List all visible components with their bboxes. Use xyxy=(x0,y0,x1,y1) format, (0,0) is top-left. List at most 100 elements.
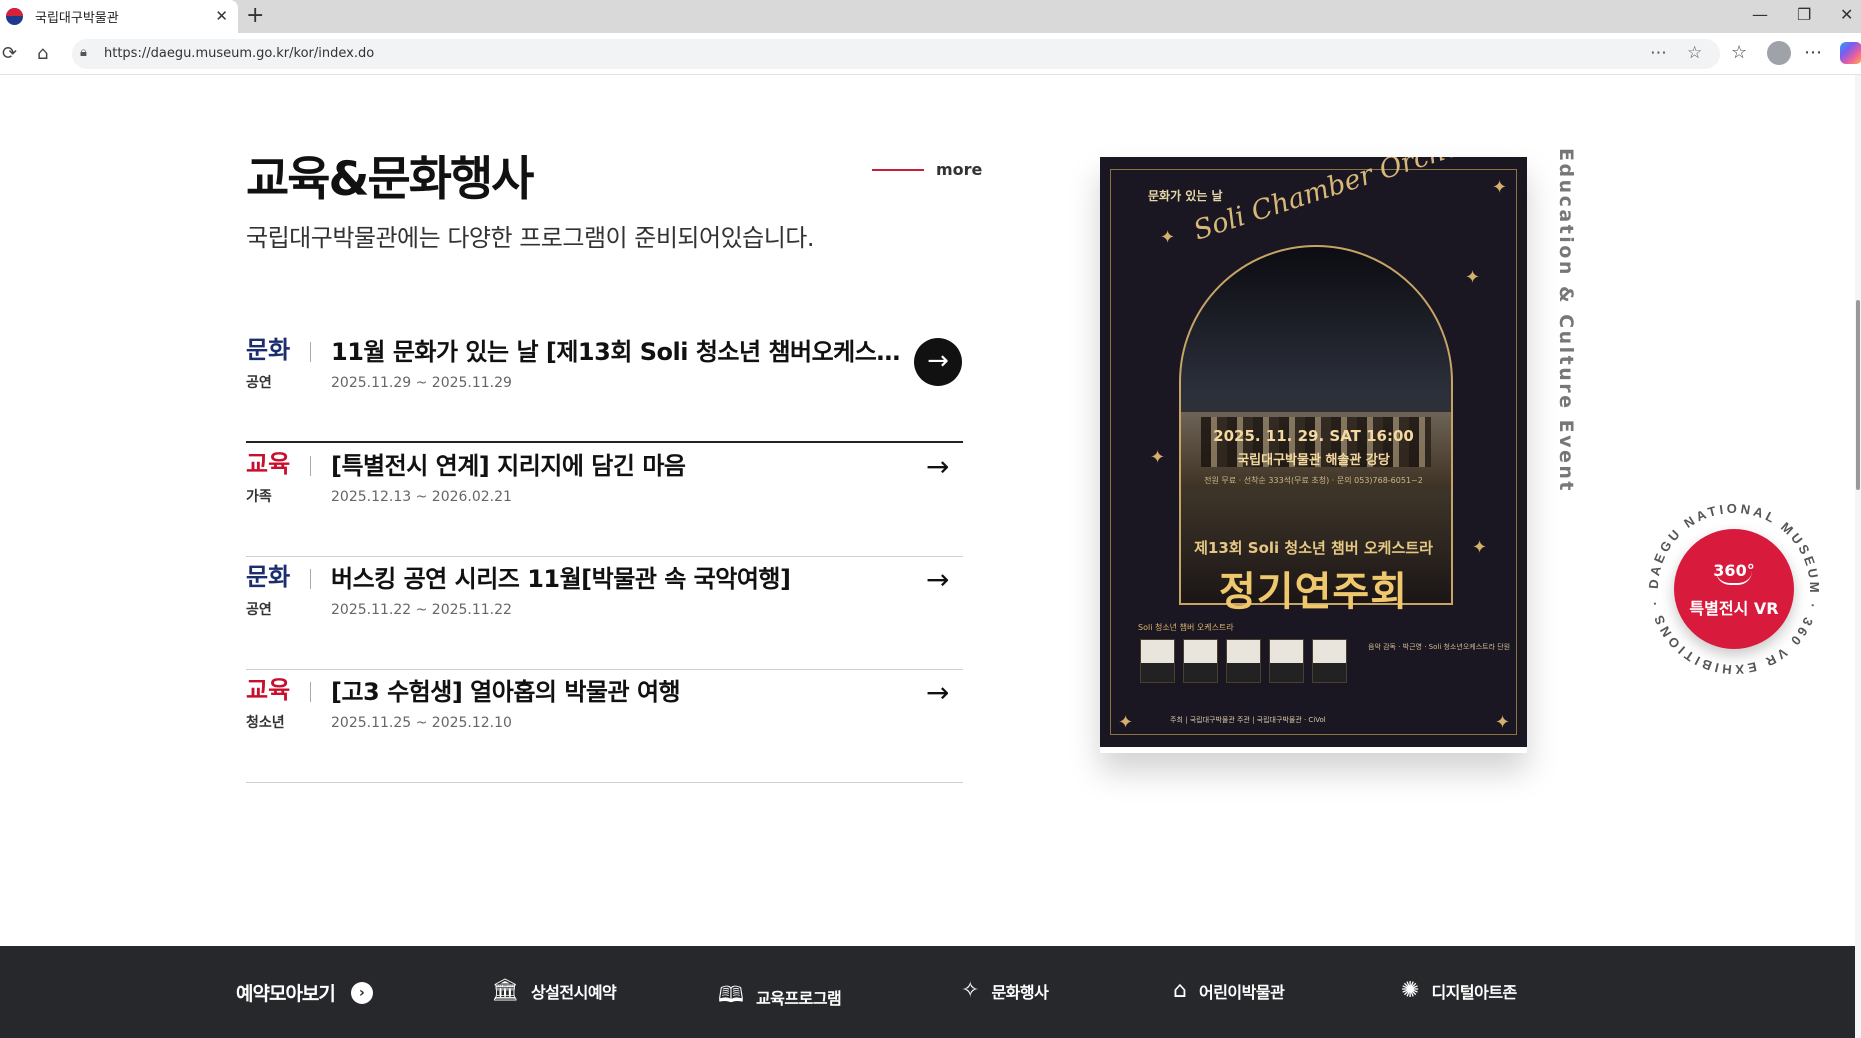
scrollbar-thumb[interactable] xyxy=(1856,300,1860,490)
window-close-icon[interactable]: ✕ xyxy=(1840,5,1853,24)
restore-icon[interactable]: ❐ xyxy=(1797,5,1811,24)
member-photo xyxy=(1140,639,1175,683)
sparkle-icon: ✦ xyxy=(1160,227,1176,248)
event-category: 문화 xyxy=(246,336,291,364)
divider xyxy=(310,456,311,476)
member-photo xyxy=(1183,639,1218,683)
scrollbar-track[interactable] xyxy=(1855,75,1861,1038)
event-date: 2025.12.13 ~ 2026.02.21 xyxy=(331,489,512,505)
minimize-icon[interactable]: — xyxy=(1752,5,1768,24)
more-link[interactable]: more xyxy=(872,160,982,179)
poster-place: 국립대구박물관 해솔관 강당 xyxy=(1237,453,1390,468)
vr-button[interactable]: 360° 특별전시 VR xyxy=(1674,529,1794,649)
sparkle-icon: ✦ xyxy=(1118,712,1134,733)
event-subcategory: 가족 xyxy=(246,489,272,505)
event-item[interactable]: 문화 공연 버스킹 공연 시리즈 11월[박물관 속 국악여행] 2025.11… xyxy=(246,557,963,670)
event-category: 문화 xyxy=(246,563,291,591)
sparkle-icon: ✦ xyxy=(1492,177,1508,198)
new-tab-icon[interactable]: + xyxy=(246,3,264,28)
address-bar[interactable]: 🔒︎ https://daegu.museum.go.kr/kor/index.… xyxy=(72,39,1720,69)
poster-headline-big: 정기연주회 xyxy=(1219,569,1408,615)
more-label[interactable]: more xyxy=(936,160,982,179)
event-item[interactable]: 문화 공연 11월 문화가 있는 날 [제13회 Soli 청소년 챔버오케스트… xyxy=(246,330,963,443)
event-subcategory: 공연 xyxy=(246,602,272,618)
bottom-item-label[interactable]: 어린이박물관 xyxy=(1199,979,1285,1003)
event-title[interactable]: 버스킹 공연 시리즈 11월[박물관 속 국악여행] xyxy=(331,559,901,594)
address-bar-row: ⟳ ⌂ 🔒︎ https://daegu.museum.go.kr/kor/in… xyxy=(0,33,1861,75)
bottom-item-digital[interactable]: ✺ 디지털아트존 xyxy=(1401,978,1517,1003)
sparkle-icon: ✦ xyxy=(1465,267,1481,288)
bottom-item-exhibition[interactable]: 🏛︎ 상설전시예약 xyxy=(491,978,617,1003)
favorite-star-icon[interactable]: ☆ xyxy=(1687,43,1702,63)
reservation-overview-link[interactable]: 예약모아보기 › xyxy=(236,979,373,1006)
chevron-right-icon[interactable]: › xyxy=(350,981,373,1004)
divider xyxy=(310,682,311,702)
poster-headline-small: 제13회 Soli 청소년 챔버 오케스트라 xyxy=(1194,539,1433,557)
poster-member-photos xyxy=(1140,639,1347,683)
arrow-right-icon[interactable]: → xyxy=(926,676,949,709)
event-subcategory: 청소년 xyxy=(246,715,285,731)
bottom-item-label[interactable]: 디지털아트존 xyxy=(1431,979,1517,1003)
kids-building-icon: ⌂ xyxy=(1173,978,1187,1003)
poster-conductor: 음악 감독 · 박근영 · Soli 청소년오케스트라 단원 xyxy=(1368,643,1511,651)
lock-icon[interactable]: 🔒︎ xyxy=(80,45,87,60)
site-favicon-icon xyxy=(6,8,23,25)
vr-badge[interactable]: DAEGU NATIONAL MUSEUM · 360 VR EXHIBITIO… xyxy=(1645,500,1823,678)
browser-tab-bar: 국립대구박물관 ✕ + — ❐ ✕ xyxy=(0,0,1861,33)
bottom-item-label[interactable]: 상설전시예약 xyxy=(531,979,617,1003)
vr-label[interactable]: 특별전시 VR xyxy=(1674,595,1794,619)
browser-tab[interactable]: 국립대구박물관 ✕ xyxy=(0,0,238,33)
sparkle-icon: ✺ xyxy=(1401,978,1420,1003)
poster-brand: 문화가 있는 날 xyxy=(1148,189,1223,203)
bottom-item-label[interactable]: 문화행사 xyxy=(991,979,1048,1003)
event-item[interactable]: 교육 청소년 [고3 수험생] 열아홉의 박물관 여행 2025.11.25 ~… xyxy=(246,670,963,783)
event-title[interactable]: [특별전시 연계] 지리지에 담긴 마음 xyxy=(331,446,901,481)
event-category: 교육 xyxy=(246,450,291,478)
event-poster[interactable]: 문화가 있는 날 ✦ ✦ ✦ ✦ ✦ ✦ ✦ Soli Chamber Orch… xyxy=(1100,157,1527,747)
sparkle-icon: ✦ xyxy=(1495,712,1511,733)
poster-date: 2025. 11. 29. SAT 16:00 xyxy=(1213,427,1414,445)
divider xyxy=(310,342,311,362)
arrow-right-icon[interactable]: → xyxy=(926,563,949,596)
reservation-overview-label[interactable]: 예약모아보기 xyxy=(236,979,336,1006)
favorites-list-icon[interactable]: ☆ xyxy=(1731,42,1747,63)
side-vertical-label: Education & Culture Event xyxy=(1555,148,1577,493)
vr-360-icon xyxy=(1716,571,1752,585)
arrow-right-icon[interactable]: → xyxy=(926,450,949,483)
tab-title: 국립대구박물관 xyxy=(35,11,119,26)
copilot-icon[interactable] xyxy=(1840,42,1861,64)
tab-close-icon[interactable]: ✕ xyxy=(215,7,228,25)
profile-avatar[interactable] xyxy=(1767,41,1791,65)
poster-members-label: Soli 청소년 챔버 오케스트라 xyxy=(1138,623,1234,632)
url-text[interactable]: https://daegu.museum.go.kr/kor/index.do xyxy=(104,46,374,61)
arrow-right-icon[interactable]: → xyxy=(914,338,962,386)
event-date: 2025.11.29 ~ 2025.11.29 xyxy=(331,375,512,391)
open-book-icon: 🕮 xyxy=(718,983,744,1008)
more-menu-icon[interactable]: ⋯ xyxy=(1804,42,1822,63)
reload-icon[interactable]: ⟳ xyxy=(2,43,17,64)
event-title[interactable]: [고3 수험생] 열아홉의 박물관 여행 xyxy=(331,672,901,707)
event-category: 교육 xyxy=(246,676,291,704)
event-item[interactable]: 교육 가족 [특별전시 연계] 지리지에 담긴 마음 2025.12.13 ~ … xyxy=(246,444,963,557)
bottom-item-education[interactable]: 🕮 교육프로그램 xyxy=(718,978,842,1016)
bottom-item-culture[interactable]: ✧ 문화행사 xyxy=(961,978,1049,1003)
member-photo xyxy=(1312,639,1347,683)
event-date: 2025.11.22 ~ 2025.11.22 xyxy=(331,602,512,618)
home-icon[interactable]: ⌂ xyxy=(37,43,48,64)
poster-footer: 주최 | 국립대구박물관 주관 | 국립대구박물관 · CiVol xyxy=(1170,716,1326,724)
divider xyxy=(310,569,311,589)
bottom-item-label[interactable]: 교육프로그램 xyxy=(756,985,842,1009)
event-title[interactable]: 11월 문화가 있는 날 [제13회 Soli 청소년 챔버오케스트라 정기연주… xyxy=(331,332,901,367)
event-date: 2025.11.25 ~ 2025.12.10 xyxy=(331,715,512,731)
reservation-bar: 예약모아보기 › 🏛︎ 상설전시예약 🕮 교육프로그램 ✧ 문화행사 ⌂ 어린이… xyxy=(0,946,1855,1038)
reading-mode-icon[interactable]: ⋯ xyxy=(1650,43,1667,63)
member-photo xyxy=(1269,639,1304,683)
event-subcategory: 공연 xyxy=(246,375,272,391)
museum-building-icon: 🏛︎ xyxy=(491,978,519,1003)
section-subtitle: 국립대구박물관에는 다양한 프로그램이 준비되어있습니다. xyxy=(246,224,815,252)
party-popper-icon: ✧ xyxy=(961,978,980,1003)
bottom-item-children[interactable]: ⌂ 어린이박물관 xyxy=(1173,978,1285,1003)
poster-info: 전원 무료 · 선착순 333석(무료 초청) · 문의 053)768-605… xyxy=(1204,476,1423,485)
more-line xyxy=(872,168,924,171)
member-photo xyxy=(1226,639,1261,683)
